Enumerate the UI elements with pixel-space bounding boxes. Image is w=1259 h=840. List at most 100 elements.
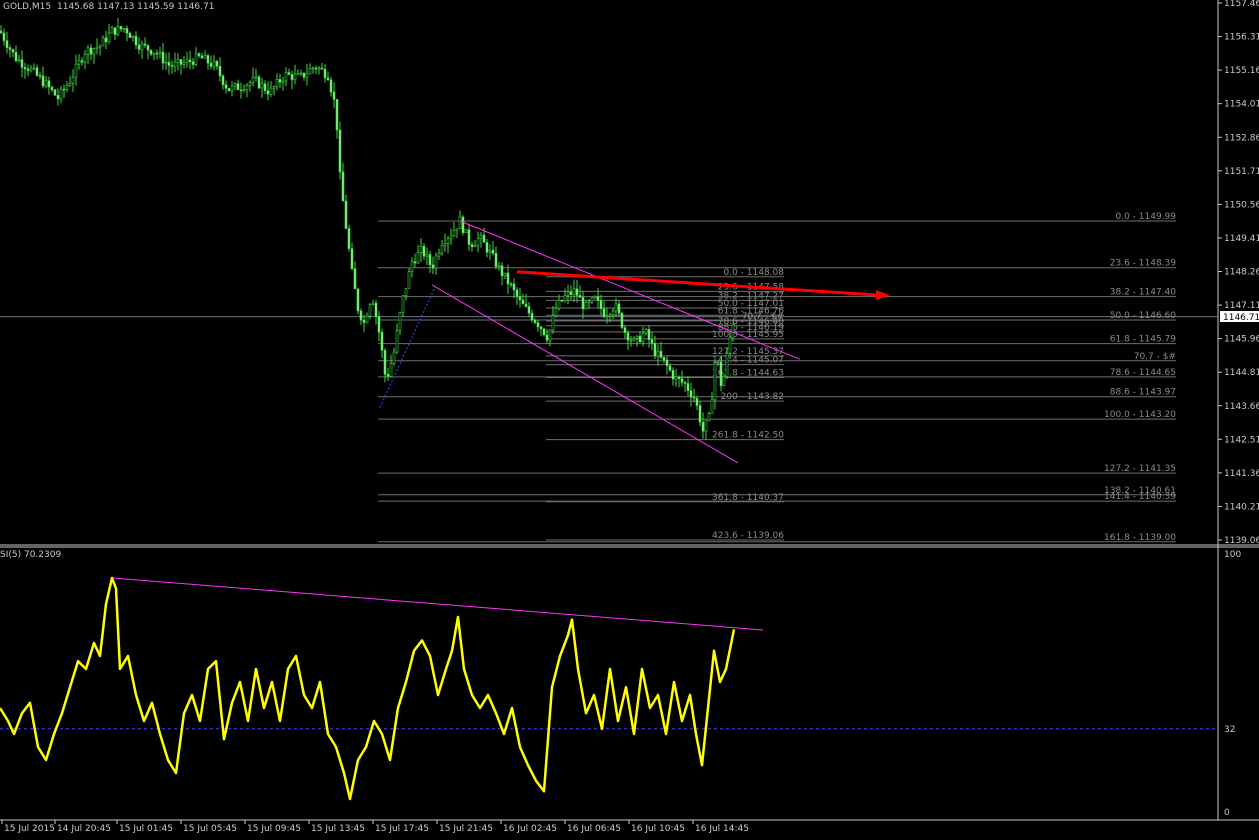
candle-body	[659, 350, 663, 358]
candle-body	[473, 245, 477, 248]
candle-body	[0, 30, 3, 34]
candle-body	[173, 61, 177, 67]
candle-body	[506, 272, 510, 285]
candle-body	[608, 314, 612, 317]
candle-body	[371, 302, 375, 305]
candle-body	[545, 334, 549, 341]
candle-body	[212, 60, 216, 67]
candle-body	[539, 326, 543, 330]
candle-body	[617, 303, 621, 314]
candle-body	[128, 32, 132, 38]
fib-mid-label: 141.4 - 1145.07	[712, 356, 784, 366]
candle-body	[686, 383, 690, 391]
candle-body	[23, 67, 27, 70]
price-tick-label: 1144.81	[1224, 368, 1259, 378]
candle-body	[200, 55, 204, 59]
time-tick-label: 15 Jul 13:45	[311, 824, 365, 834]
price-tick-label: 1150.56	[1224, 200, 1259, 210]
osc-tick-label: 100	[1224, 550, 1241, 560]
candle-body	[329, 79, 333, 93]
candle-body	[236, 83, 240, 91]
candle-body	[5, 40, 9, 48]
candle-body	[551, 315, 555, 331]
candle-body	[635, 335, 639, 339]
candle-body	[422, 246, 426, 257]
candle-body	[56, 94, 60, 100]
chart-svg[interactable]: 0.0 - 1149.99 23.6 - 1148.39 38.2 - 1147.4…	[0, 0, 1259, 840]
candle-body	[431, 264, 435, 269]
time-tick-label: 16 Jul 06:45	[567, 824, 621, 834]
candle-body	[557, 299, 561, 309]
candle-body	[308, 68, 312, 75]
candle-body	[413, 261, 417, 264]
price-tick-label: 1151.71	[1224, 167, 1259, 177]
candle-body	[77, 60, 81, 65]
osc-tick-label: 32	[1224, 725, 1235, 735]
candle-body	[719, 361, 723, 387]
candle-body	[296, 73, 300, 75]
candle-body	[368, 304, 372, 317]
candle-body	[527, 306, 531, 314]
candle-body	[404, 288, 408, 297]
candle-body	[86, 47, 90, 55]
candle-body	[428, 254, 432, 266]
candle-body	[710, 399, 714, 414]
candle-body	[104, 37, 108, 43]
candle-body	[596, 296, 600, 301]
candle-body	[338, 129, 342, 173]
candle-body	[698, 405, 702, 423]
candle-body	[383, 349, 387, 375]
candle-body	[443, 243, 447, 246]
candle-body	[140, 43, 144, 50]
candle-body	[44, 80, 48, 87]
candle-body	[254, 76, 258, 79]
candle-body	[653, 342, 657, 357]
candle-body	[614, 303, 618, 312]
candle-body	[380, 332, 384, 351]
candle-body	[38, 74, 42, 77]
candle-body	[80, 60, 84, 63]
candle-body	[122, 28, 126, 30]
fib-level-label: 127.2 - 1141.35	[1104, 464, 1176, 474]
candle-body	[182, 62, 186, 65]
candle-body	[101, 37, 105, 47]
candle-body	[476, 238, 480, 246]
time-tick-label: 15 Jul 09:45	[247, 824, 301, 834]
candle-body	[386, 373, 390, 377]
candle-body	[263, 83, 267, 92]
candle-body	[389, 363, 393, 377]
candle-body	[185, 59, 189, 64]
fib-mid-label: 0.0 - 1148.08	[724, 268, 785, 278]
candle-body	[332, 91, 336, 100]
candle-body	[482, 234, 486, 243]
candle-body	[716, 361, 720, 364]
candle-body	[314, 67, 318, 70]
candle-body	[302, 72, 306, 78]
fib-level-label: 23.6 - 1148.39	[1110, 259, 1176, 269]
ohlc-readout: 1145.68 1147.13 1145.59 1146.71	[57, 2, 214, 12]
candle-body	[362, 319, 366, 323]
candle-body	[455, 228, 459, 231]
candle-body	[290, 74, 294, 81]
candle-body	[671, 370, 675, 380]
candle-body	[341, 171, 345, 202]
candle-body	[518, 296, 522, 301]
candle-body	[224, 84, 228, 89]
candle-body	[359, 310, 363, 321]
candle-body	[194, 53, 198, 65]
candle-body	[278, 79, 282, 83]
candle-body	[41, 75, 45, 87]
candle-body	[620, 312, 624, 328]
candle-body	[395, 330, 399, 353]
candle-body	[701, 421, 705, 432]
candle-body	[605, 315, 609, 318]
candle-body	[533, 319, 537, 323]
candle-body	[638, 335, 642, 343]
candle-body	[317, 67, 321, 70]
candle-body	[323, 68, 327, 79]
candle-body	[722, 376, 726, 387]
price-tick-label: 1157.46	[1224, 0, 1259, 9]
price-tick-label: 1142.51	[1224, 435, 1259, 445]
candle-body	[197, 53, 201, 57]
candle-body	[113, 27, 117, 35]
